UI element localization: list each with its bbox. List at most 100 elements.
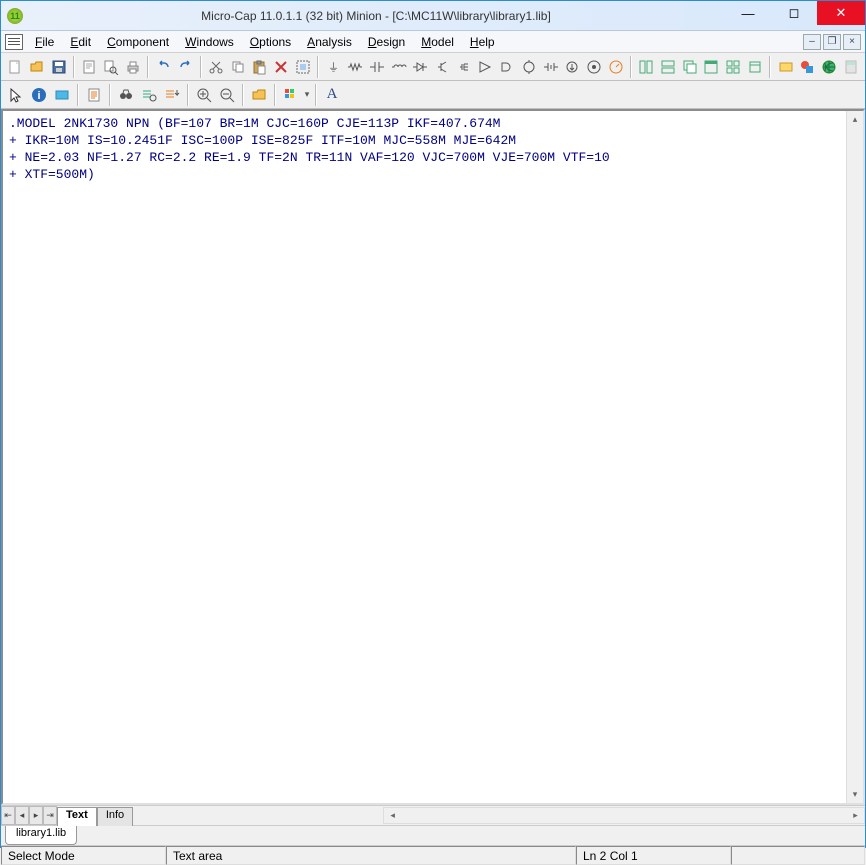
minimize-button[interactable]: —	[725, 1, 771, 25]
editor-workspace: .MODEL 2NK1730 NPN (BF=107 BR=1M CJC=160…	[1, 109, 865, 805]
toolbar-divider	[630, 56, 632, 78]
menu-analysis[interactable]: Analysis	[299, 33, 360, 51]
save-icon	[51, 59, 67, 75]
undo-button[interactable]	[153, 56, 174, 78]
switch-button[interactable]	[584, 56, 605, 78]
folder-tb-button[interactable]	[248, 84, 270, 106]
title-bar: 11 Micro-Cap 11.0.1.1 (32 bit) Minion - …	[1, 1, 865, 31]
meter-button[interactable]	[605, 56, 626, 78]
help-tb-button[interactable]	[819, 56, 840, 78]
toolbar-divider	[109, 84, 111, 106]
text-editor[interactable]: .MODEL 2NK1730 NPN (BF=107 BR=1M CJC=160…	[3, 111, 846, 803]
tab-prev-button[interactable]: ◂	[15, 806, 29, 825]
redo-button[interactable]	[175, 56, 196, 78]
zoom-page-button[interactable]	[101, 56, 122, 78]
select-mode-button[interactable]	[5, 84, 27, 106]
menu-options[interactable]: Options	[242, 33, 299, 51]
menu-file[interactable]: File	[27, 33, 62, 51]
printer-icon	[125, 59, 141, 75]
system-menu-icon[interactable]	[5, 34, 23, 50]
paste-button[interactable]	[249, 56, 270, 78]
inductor-button[interactable]	[388, 56, 409, 78]
file-tab[interactable]: library1.lib	[5, 826, 77, 845]
source-button[interactable]	[518, 56, 539, 78]
menu-component[interactable]: Component	[99, 33, 177, 51]
font-button[interactable]: A	[321, 84, 343, 106]
tab-info[interactable]: Info	[97, 807, 133, 826]
windows-icon	[747, 59, 763, 75]
tile-v-button[interactable]	[636, 56, 657, 78]
tile-vertical-icon	[638, 59, 654, 75]
palette-dropdown-button[interactable]: ▾	[303, 84, 311, 106]
save-button[interactable]	[48, 56, 69, 78]
close-all-button[interactable]	[745, 56, 766, 78]
scroll-track[interactable]	[847, 128, 863, 786]
battery-button[interactable]	[540, 56, 561, 78]
cursor-icon	[8, 87, 24, 103]
opamp-icon	[477, 59, 493, 75]
gate-button[interactable]	[497, 56, 518, 78]
tab-next-button[interactable]: ▸	[29, 806, 43, 825]
tab-text[interactable]: Text	[57, 807, 97, 826]
mdi-close-button[interactable]: ×	[843, 34, 861, 50]
isource-button[interactable]	[562, 56, 583, 78]
editor-line: + IKR=10M IS=10.2451F ISC=100P ISE=825F …	[9, 133, 516, 148]
component-editor-button[interactable]	[775, 56, 796, 78]
window-max-icon	[703, 59, 719, 75]
diode-button[interactable]	[410, 56, 431, 78]
tab-first-button[interactable]: ⇤	[1, 806, 15, 825]
zoom-in-button[interactable]	[193, 84, 215, 106]
open-button[interactable]	[27, 56, 48, 78]
palette-button[interactable]	[280, 84, 302, 106]
maximize-button[interactable]: ◻	[771, 1, 817, 25]
cut-button[interactable]	[206, 56, 227, 78]
text-mode-button[interactable]	[83, 84, 105, 106]
arrange-button[interactable]	[723, 56, 744, 78]
print-preview-button[interactable]	[79, 56, 100, 78]
info-mode-button[interactable]: i	[28, 84, 50, 106]
maximize-win-button[interactable]	[701, 56, 722, 78]
npn-button[interactable]	[432, 56, 453, 78]
ground-button[interactable]: ⏚	[323, 56, 344, 78]
zoom-out-button[interactable]	[216, 84, 238, 106]
menu-windows[interactable]: Windows	[177, 33, 242, 51]
cascade-button[interactable]	[679, 56, 700, 78]
status-mode: Select Mode	[1, 846, 166, 865]
print-button[interactable]	[123, 56, 144, 78]
menu-design[interactable]: Design	[360, 33, 413, 51]
tile-h-button[interactable]	[658, 56, 679, 78]
scroll-left-button[interactable]: ◂	[384, 810, 401, 821]
menu-edit[interactable]: Edit	[62, 33, 99, 51]
opamp-button[interactable]	[475, 56, 496, 78]
toolbar-divider	[274, 84, 276, 106]
tab-last-button[interactable]: ⇥	[43, 806, 57, 825]
menu-bar: File Edit Component Windows Options Anal…	[1, 31, 865, 53]
component-mode-button[interactable]	[51, 84, 73, 106]
menu-model[interactable]: Model	[413, 33, 462, 51]
mdi-restore-button[interactable]: ❐	[823, 34, 841, 50]
calc-button[interactable]	[840, 56, 861, 78]
resistor-button[interactable]	[345, 56, 366, 78]
horizontal-scrollbar[interactable]: ◂ ▸	[383, 807, 865, 824]
scroll-down-button[interactable]: ▾	[847, 786, 863, 803]
color-grid-icon	[283, 87, 299, 103]
vertical-scrollbar[interactable]: ▴ ▾	[846, 111, 863, 803]
replace-button[interactable]	[161, 84, 183, 106]
find-next-button[interactable]	[138, 84, 160, 106]
folder-open-icon	[29, 59, 45, 75]
copy-button[interactable]	[227, 56, 248, 78]
shape-editor-button[interactable]	[797, 56, 818, 78]
scroll-up-button[interactable]: ▴	[847, 111, 863, 128]
battery-icon	[543, 59, 559, 75]
close-button[interactable]: ✕	[817, 1, 865, 25]
scroll-right-button[interactable]: ▸	[847, 810, 864, 821]
capacitor-button[interactable]	[367, 56, 388, 78]
search-list-icon	[141, 87, 157, 103]
mosfet-button[interactable]	[453, 56, 474, 78]
find-button[interactable]	[115, 84, 137, 106]
select-all-button[interactable]	[292, 56, 313, 78]
delete-button[interactable]	[271, 56, 292, 78]
menu-help[interactable]: Help	[462, 33, 503, 51]
new-button[interactable]	[5, 56, 26, 78]
mdi-minimize-button[interactable]: –	[803, 34, 821, 50]
